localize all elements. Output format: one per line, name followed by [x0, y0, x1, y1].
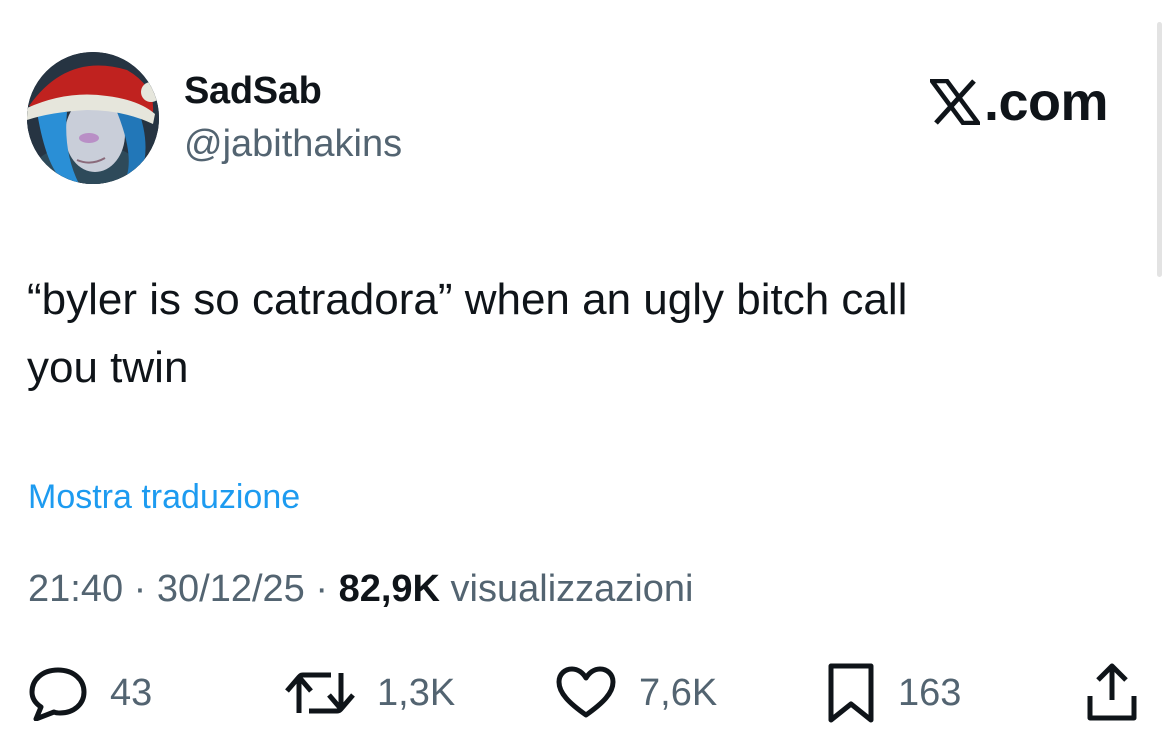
brand-logo: .com	[930, 72, 1109, 132]
bookmark-icon	[826, 662, 876, 724]
like-icon	[555, 665, 617, 721]
share-icon	[1084, 662, 1140, 724]
scrollbar[interactable]	[1157, 22, 1162, 277]
repost-button[interactable]: 1,3K	[285, 660, 455, 726]
bookmark-count: 163	[898, 671, 962, 714]
user-handle[interactable]: @jabithakins	[184, 123, 402, 166]
like-count: 7,6K	[639, 671, 718, 714]
share-button[interactable]	[1084, 660, 1140, 726]
views-count: 82,9K	[338, 568, 440, 610]
reply-count: 43	[110, 671, 153, 714]
repost-icon	[285, 665, 355, 721]
repost-count: 1,3K	[377, 671, 456, 714]
separator: ·	[133, 568, 147, 610]
tweet-date[interactable]: 30/12/25	[157, 568, 305, 610]
separator: ·	[315, 568, 329, 610]
x-logo-icon	[930, 79, 980, 125]
tweet-text-line: you twin	[27, 343, 189, 392]
tweet-text: “byler is so catradora” when an ugly bit…	[27, 266, 1127, 402]
reply-icon	[28, 665, 88, 721]
tweet-metadata: 21:40 · 30/12/25 · 82,9K visualizzazioni	[28, 568, 693, 611]
action-bar: 43 1,3K 7,6K 163	[0, 660, 1169, 730]
tweet-text-line: “byler is so catradora” when an ugly bit…	[27, 275, 908, 324]
avatar[interactable]	[27, 52, 159, 184]
display-name[interactable]: SadSab	[184, 70, 322, 113]
like-button[interactable]: 7,6K	[555, 660, 717, 726]
brand-text: .com	[984, 72, 1109, 132]
bookmark-button[interactable]: 163	[826, 660, 961, 726]
reply-button[interactable]: 43	[28, 660, 152, 726]
tweet-time[interactable]: 21:40	[28, 568, 123, 610]
translate-link[interactable]: Mostra traduzione	[28, 478, 300, 517]
views-label: visualizzazioni	[450, 568, 694, 610]
